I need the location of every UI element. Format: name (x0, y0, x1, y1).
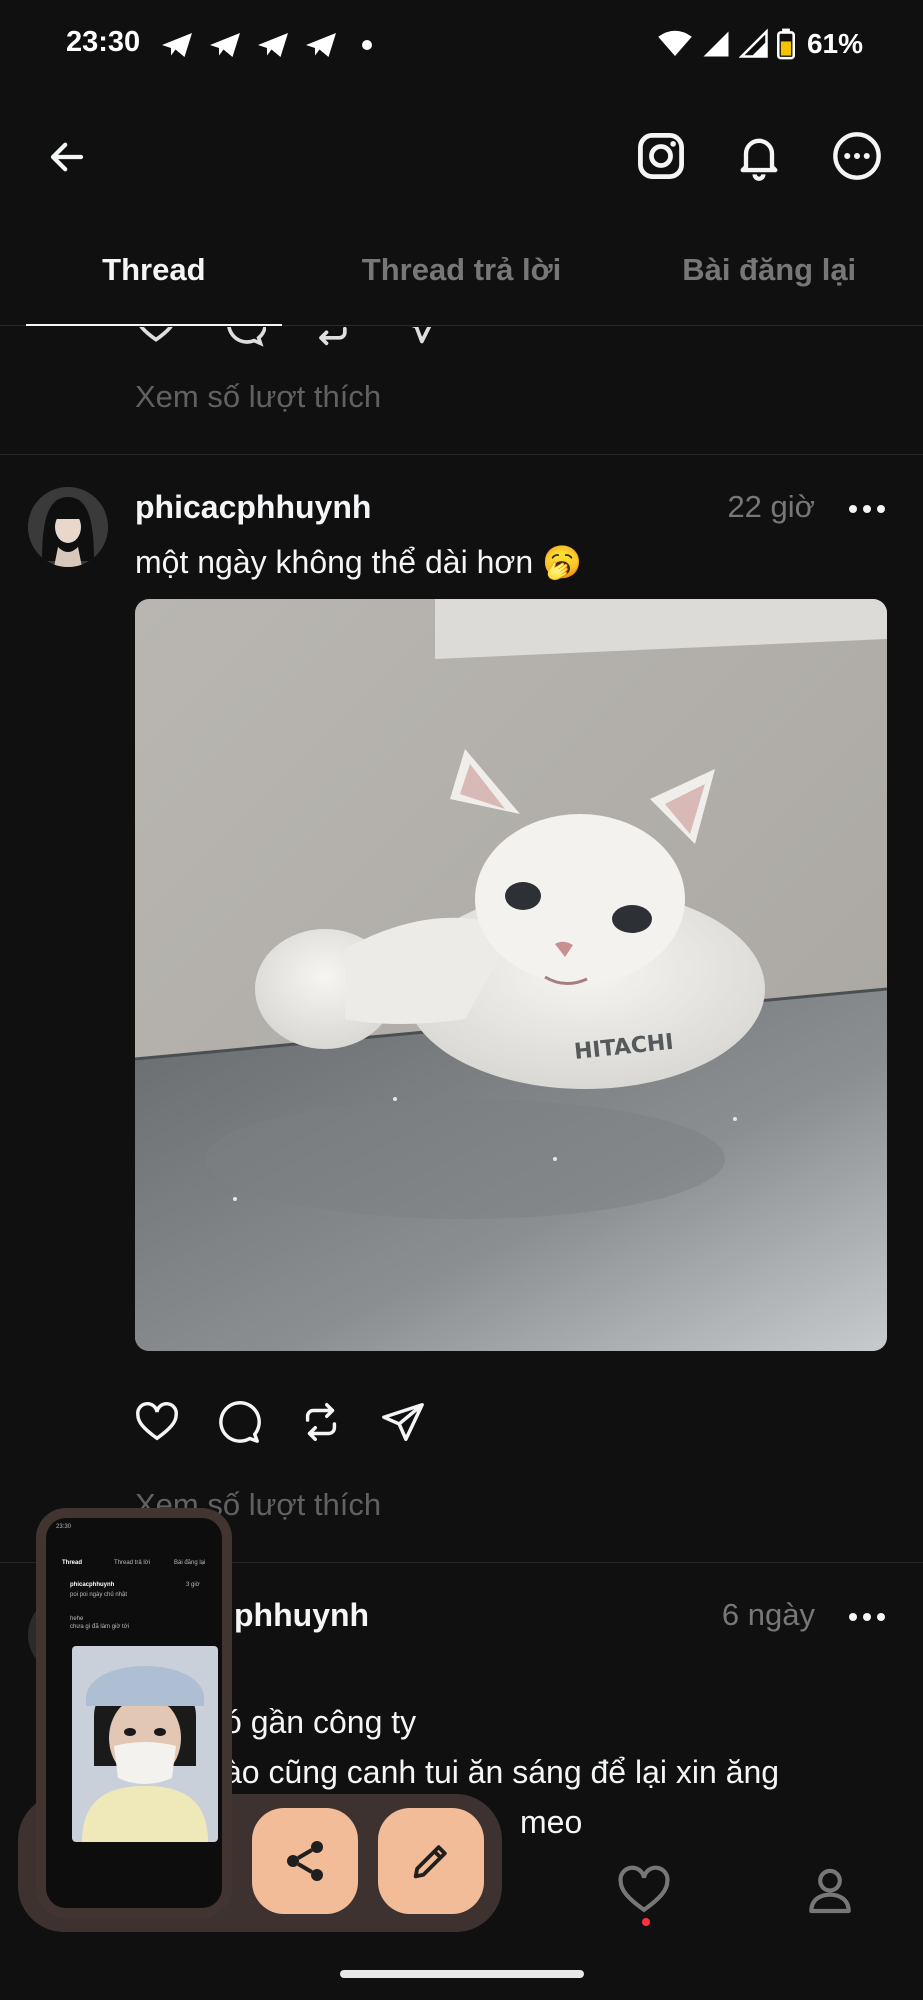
telegram-icon (258, 33, 288, 57)
post-text-line: ào cũng canh tui ăn sáng để lại xin ăng (224, 1754, 780, 1790)
avatar-image (28, 487, 108, 567)
pencil-icon (413, 1845, 447, 1879)
preview-text: chưa gì đã làm giờ tới (70, 1624, 129, 1630)
nav-profile[interactable] (790, 1850, 870, 1930)
system-icons: 61% (657, 28, 863, 60)
battery-icon (776, 28, 795, 60)
post-actions (134, 1399, 426, 1445)
telegram-icon (162, 33, 192, 57)
signal-icon (738, 28, 768, 58)
top-actions (629, 124, 889, 188)
repost-button[interactable] (298, 1399, 344, 1445)
status-bar: 23:30 61% (0, 0, 923, 92)
post-time: 6 ngày (721, 1597, 815, 1632)
preview-text: poi poi ngày chủ nhật (70, 1592, 128, 1598)
battery-level: 61% (806, 28, 863, 59)
share-send-icon[interactable] (398, 327, 442, 347)
share-screenshot-button[interactable] (252, 1808, 358, 1914)
more-horizontal-icon (849, 1613, 885, 1621)
more-horizontal-icon (849, 505, 885, 513)
preview-text: hehe (70, 1616, 84, 1622)
post-image[interactable]: HITACHI (135, 599, 887, 1351)
share-send-icon (382, 1403, 424, 1441)
preview-username: phicacphhuynh (70, 1582, 115, 1588)
post-more-button[interactable] (845, 494, 889, 524)
share-icon (287, 1841, 323, 1881)
comment-button[interactable] (216, 1399, 262, 1445)
edit-screenshot-button[interactable] (378, 1808, 484, 1914)
previous-post-actions (134, 327, 442, 347)
telegram-icon (210, 33, 240, 57)
post-text-line: ó gần công ty (224, 1704, 417, 1740)
cat-photo: HITACHI (135, 599, 887, 1351)
heart-icon (618, 1865, 670, 1913)
preview-tab: Bài đăng lại (174, 1560, 206, 1566)
share-button[interactable] (380, 1399, 426, 1445)
preview-tab: Thread trả lời (114, 1560, 150, 1566)
telegram-icon (306, 33, 336, 57)
more-horizontal-icon (833, 132, 881, 180)
comment-icon (219, 1401, 261, 1443)
more-notifications-dot-icon (362, 40, 372, 50)
post-username[interactable]: phhuynh (234, 1597, 369, 1634)
preview-tab: Thread (62, 1560, 83, 1566)
back-arrow-icon (50, 142, 84, 172)
screenshot-preview[interactable]: 23:30 Thread Thread trả lời Bài đăng lại… (36, 1508, 232, 1918)
instagram-icon (638, 133, 684, 179)
home-indicator[interactable] (340, 1970, 584, 1978)
screenshot-preview-content: 23:30 Thread Thread trả lời Bài đăng lại… (46, 1518, 222, 1908)
preview-time-ago: 3 giờ (186, 1582, 200, 1588)
preview-time: 23:30 (56, 1524, 72, 1530)
preview-selfie-image (72, 1646, 218, 1842)
heart-icon (136, 1402, 178, 1441)
view-likes-link[interactable]: Xem số lượt thích (135, 379, 381, 415)
status-time: 23:30 (66, 26, 141, 58)
bell-icon (740, 138, 778, 181)
post-divider (0, 454, 923, 455)
repost-icon (305, 1403, 337, 1441)
tab-thread-replies[interactable]: Thread trả lời (308, 230, 616, 325)
more-options-button[interactable] (825, 124, 889, 188)
like-button[interactable] (134, 1399, 180, 1445)
top-bar (0, 110, 923, 202)
repost-icon[interactable] (310, 327, 354, 347)
back-button[interactable] (38, 128, 96, 186)
avatar[interactable] (28, 487, 108, 567)
instagram-button[interactable] (629, 124, 693, 188)
threads-profile-screen: 23:30 61% Thread Thread trả lời Bài đăng… (0, 0, 923, 2000)
person-icon (809, 1868, 851, 1914)
comment-icon[interactable] (222, 327, 266, 347)
tab-reposts[interactable]: Bài đăng lại (615, 230, 923, 325)
notification-icons (158, 30, 372, 60)
post-time: 22 giờ (727, 489, 815, 524)
notifications-button[interactable] (727, 124, 791, 188)
activity-notification-dot (642, 1918, 650, 1926)
tab-thread[interactable]: Thread (0, 230, 308, 326)
post-more-button[interactable] (845, 1602, 889, 1632)
profile-tabs: Thread Thread trả lời Bài đăng lại (0, 230, 923, 326)
signal-icon (703, 31, 729, 57)
post-username[interactable]: phicacphhuynh (135, 489, 371, 526)
post-text: một ngày không thể dài hơn 🥱 (135, 544, 582, 580)
wifi-icon (658, 30, 692, 56)
heart-icon[interactable] (134, 327, 178, 347)
